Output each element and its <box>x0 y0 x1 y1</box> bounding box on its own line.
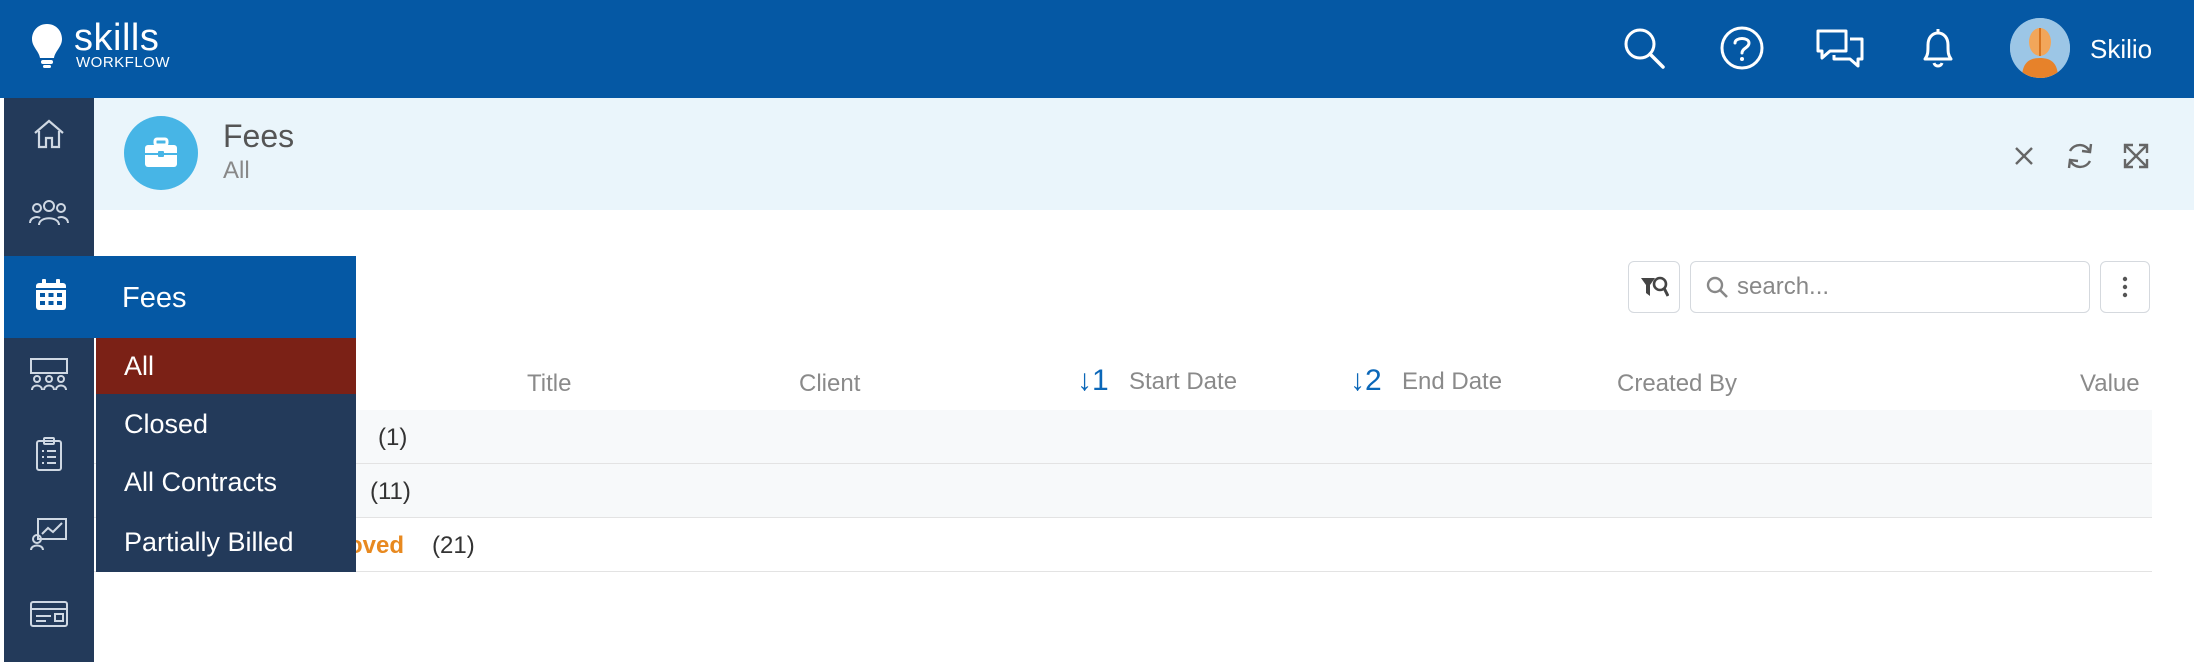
sort-indicator-start[interactable]: ↓1 <box>1077 364 1109 398</box>
people-icon[interactable] <box>4 182 94 242</box>
column-created-by[interactable]: Created By <box>1617 370 1737 398</box>
panel-header <box>94 98 2194 210</box>
search-icon <box>1706 276 1728 298</box>
sort-indicator-end[interactable]: ↓2 <box>1350 364 1382 398</box>
bell-icon[interactable] <box>1912 22 1964 74</box>
avatar[interactable] <box>2010 18 2070 78</box>
table-row[interactable]: (11) <box>94 464 2152 518</box>
column-value[interactable]: Value <box>2080 370 2140 398</box>
home-icon[interactable] <box>4 104 94 164</box>
menu-item-partially-billed[interactable]: Partially Billed <box>96 514 356 570</box>
row-count: (11) <box>370 478 411 505</box>
close-icon[interactable] <box>2004 136 2044 176</box>
page-title: Fees <box>223 118 295 154</box>
logo-name: skills <box>74 17 160 59</box>
column-title[interactable]: Title <box>527 370 571 398</box>
expand-icon[interactable] <box>2116 136 2156 176</box>
fees-menu-header[interactable]: Fees <box>4 256 356 338</box>
chart-icon[interactable] <box>4 504 94 564</box>
top-bar: skills WORKFLOW Skilio <box>0 0 2194 98</box>
help-icon[interactable] <box>1716 22 1768 74</box>
app-logo[interactable]: skills WORKFLOW <box>26 18 186 78</box>
table-row[interactable]: (1) <box>94 410 2152 464</box>
menu-item-closed[interactable]: Closed <box>96 396 356 452</box>
kebab-menu-icon <box>2122 276 2128 298</box>
column-end-date[interactable]: End Date <box>1402 368 1502 396</box>
logo-subtitle: WORKFLOW <box>76 54 170 71</box>
row-count: (21) <box>432 532 475 559</box>
search-icon[interactable] <box>1618 22 1670 74</box>
refresh-icon[interactable] <box>2060 136 2100 176</box>
clipboard-icon[interactable] <box>4 424 94 484</box>
fees-menu: All Closed All Contracts Partially Bille… <box>96 338 356 572</box>
username[interactable]: Skilio <box>2090 34 2152 65</box>
fees-menu-title: Fees <box>122 282 187 314</box>
column-client[interactable]: Client <box>799 370 860 398</box>
filter-icon <box>1641 276 1669 297</box>
menu-item-all[interactable]: All <box>96 338 356 394</box>
page-subtitle: All <box>223 157 250 184</box>
menu-item-all-contracts[interactable]: All Contracts <box>96 454 356 510</box>
lightbulb-icon <box>32 24 62 68</box>
chat-icon[interactable] <box>1814 22 1866 74</box>
column-start-date[interactable]: Start Date <box>1129 368 1237 396</box>
row-count: (1) <box>378 424 408 451</box>
table-row[interactable]: oved (21) <box>94 518 2152 572</box>
team-icon[interactable] <box>4 344 94 404</box>
more-options-button[interactable] <box>2100 261 2150 313</box>
briefcase-icon <box>124 116 198 190</box>
calendar-icon <box>36 279 66 310</box>
search-input[interactable] <box>1737 262 2077 312</box>
row-label: oved <box>348 532 405 559</box>
filter-button[interactable] <box>1628 261 1680 313</box>
search-field[interactable] <box>1690 261 2090 313</box>
card-icon[interactable] <box>4 584 94 644</box>
